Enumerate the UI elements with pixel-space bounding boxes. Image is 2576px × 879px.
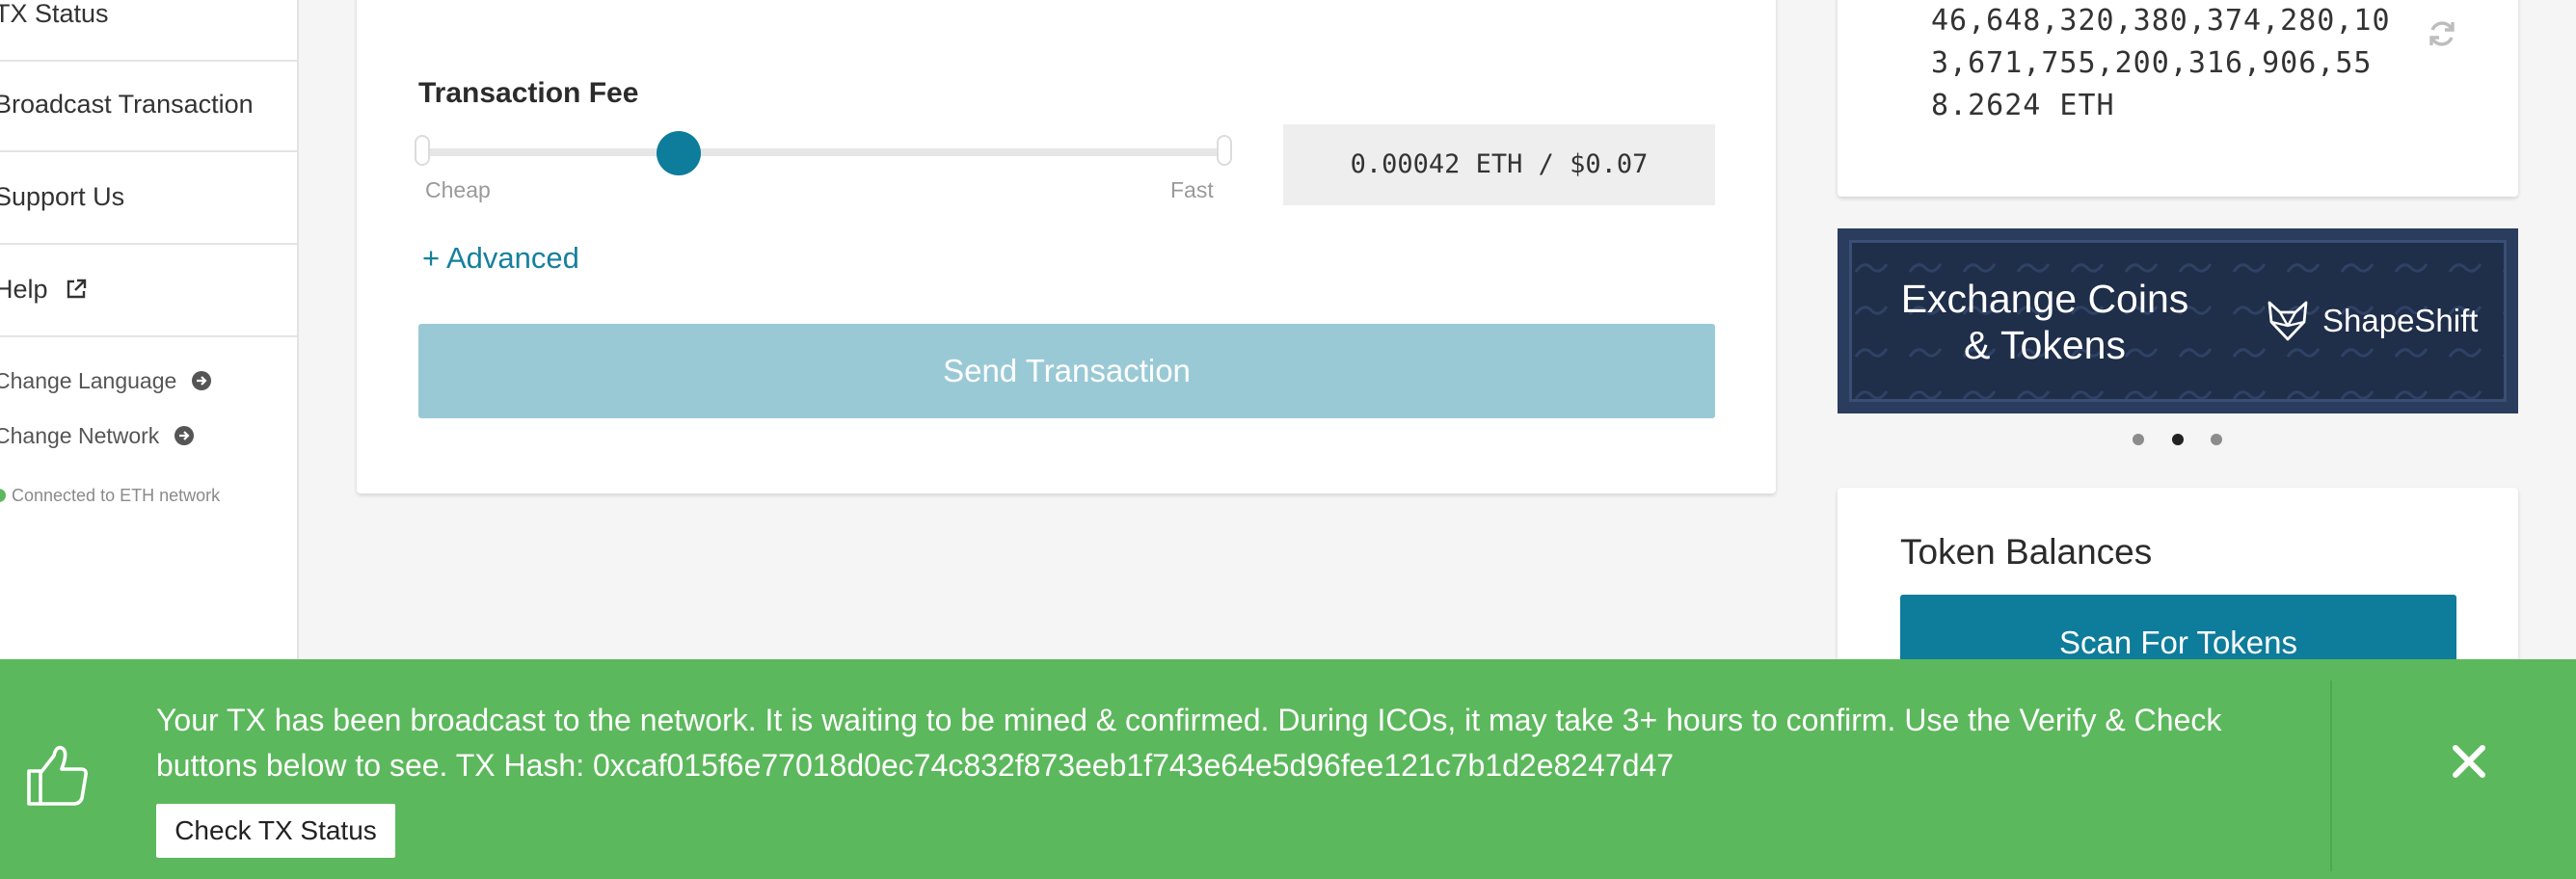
slider-label-cheap: Cheap xyxy=(425,177,491,202)
change-network-link[interactable]: Change Network xyxy=(0,423,195,452)
notification-message-line: Your TX has been broadcast to the networ… xyxy=(156,703,2222,737)
balance-line: 3,671,755,200,316,906,55 xyxy=(1931,46,2373,80)
shapeshift-fox-icon xyxy=(2264,297,2312,345)
account-balance: 46,648,320,380,374,280,10 3,671,755,200,… xyxy=(1931,0,2423,127)
change-network-label: Change Network xyxy=(0,423,160,448)
balance-line: 8.2624 ETH xyxy=(1931,89,2115,122)
balance-line: 46,648,320,380,374,280,10 xyxy=(1931,4,2391,38)
change-language-label: Change Language xyxy=(0,368,177,393)
sidebar-item-broadcast-transaction[interactable]: Broadcast Transaction xyxy=(0,58,297,152)
thumbs-up-icon xyxy=(25,742,93,810)
banner-inner: Exchange Coins & Tokens ShapeShift xyxy=(1849,240,2507,402)
fee-slider-handle[interactable] xyxy=(657,131,701,175)
shapeshift-banner[interactable]: Exchange Coins & Tokens ShapeShift xyxy=(1838,228,2518,413)
banner-brand: ShapeShift xyxy=(2322,303,2479,338)
sidebar-item-help[interactable]: Help xyxy=(0,243,297,337)
refresh-icon[interactable] xyxy=(2426,17,2458,50)
advanced-options-link[interactable]: + Advanced xyxy=(422,241,579,276)
change-language-link[interactable]: Change Language xyxy=(0,368,212,397)
check-tx-status-button[interactable]: Check TX Status xyxy=(156,804,395,858)
notification-message-line: buttons below to see. TX Hash: 0xcaf015f… xyxy=(156,748,1675,783)
transaction-fee-title: Transaction Fee xyxy=(418,77,639,109)
status-dot xyxy=(0,489,6,502)
slider-label-fast: Fast xyxy=(1170,177,1214,202)
external-link-icon xyxy=(65,246,88,338)
arrow-circle-right-icon xyxy=(191,370,212,397)
fee-value-display: 0.00042 ETH / $0.07 xyxy=(1283,124,1715,205)
carousel-dot-1[interactable] xyxy=(2133,434,2144,445)
carousel-dot-3[interactable] xyxy=(2211,434,2222,445)
close-icon[interactable] xyxy=(2450,742,2488,781)
send-transaction-button[interactable]: Send Transaction xyxy=(418,324,1715,418)
fee-slider-min-end xyxy=(415,135,430,166)
banner-title-line: & Tokens xyxy=(1964,323,2126,367)
success-notification: Your TX has been broadcast to the networ… xyxy=(0,659,2576,879)
sidebar-item-label: Help xyxy=(0,275,48,304)
network-status-text: Connected to ETH network xyxy=(12,486,221,505)
banner-title: Exchange Coins & Tokens xyxy=(1900,276,2189,368)
sidebar-item-tx-status[interactable]: TX Status xyxy=(0,0,297,62)
sidebar-item-label: Support Us xyxy=(0,182,125,211)
fee-slider-track[interactable] xyxy=(422,148,1224,156)
fee-slider-max-end xyxy=(1217,135,1232,166)
banner-title-line: Exchange Coins xyxy=(1900,277,2189,321)
page: TX Status Broadcast Transaction Support … xyxy=(0,0,2576,879)
network-status: Connected to ETH network xyxy=(0,486,220,506)
sidebar-item-label: TX Status xyxy=(0,0,109,28)
notification-divider xyxy=(2330,680,2332,871)
sidebar-item-label: Broadcast Transaction xyxy=(0,90,254,119)
token-balances-title: Token Balances xyxy=(1900,532,2153,572)
carousel-dot-2[interactable] xyxy=(2172,434,2184,445)
notification-message: Your TX has been broadcast to the networ… xyxy=(156,698,2316,788)
arrow-circle-right-icon xyxy=(174,425,195,452)
sidebar-item-support-us[interactable]: Support Us xyxy=(0,150,297,245)
